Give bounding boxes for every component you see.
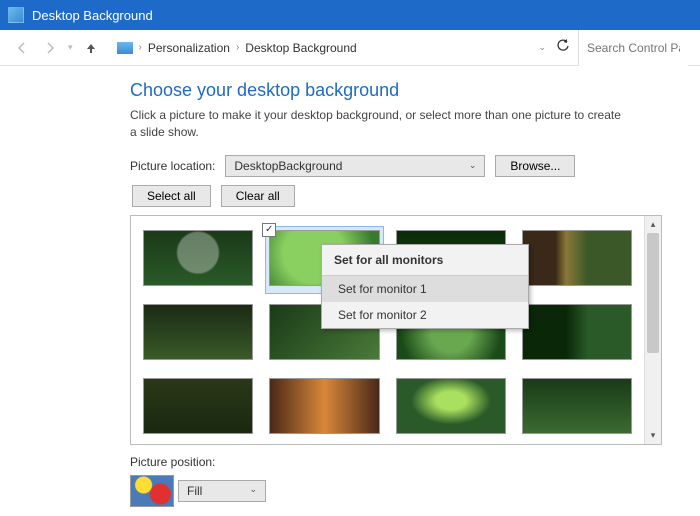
refresh-button[interactable] (556, 39, 570, 56)
chevron-down-icon: ⌄ (249, 484, 257, 498)
chevron-right-icon: › (236, 42, 239, 53)
breadcrumb-item-personalization[interactable]: Personalization (148, 41, 230, 55)
thumbnail-item[interactable] (518, 374, 636, 442)
context-menu-item-monitor2[interactable]: Set for monitor 2 (322, 302, 528, 328)
picture-position-preview (130, 475, 174, 507)
page-heading: Choose your desktop background (130, 80, 682, 101)
scroll-track[interactable] (645, 233, 661, 427)
thumbnail-item[interactable] (139, 374, 257, 442)
content-area: Choose your desktop background Click a p… (0, 66, 700, 507)
page-subtext: Click a picture to make it your desktop … (130, 107, 630, 141)
search-input[interactable] (578, 30, 688, 66)
picture-location-value: DesktopBackground (234, 159, 342, 173)
picture-location-dropdown[interactable]: DesktopBackground ⌄ (225, 155, 485, 177)
breadcrumb: › Personalization › Desktop Background ⌄ (109, 39, 570, 56)
thumbnail-item[interactable] (139, 226, 257, 294)
window-titlebar: Desktop Background (0, 0, 700, 30)
thumbnail-item[interactable] (518, 226, 636, 294)
thumbnail-item[interactable] (265, 374, 383, 442)
chevron-right-icon: › (139, 42, 142, 53)
picture-position-section: Picture position: Fill ⌄ (130, 455, 682, 507)
context-menu-item-monitor1[interactable]: Set for monitor 1 (322, 276, 528, 302)
picture-position-dropdown[interactable]: Fill ⌄ (178, 480, 266, 502)
breadcrumb-dropdown-icon[interactable]: ⌄ (538, 42, 546, 53)
browse-button[interactable]: Browse... (495, 155, 575, 177)
thumbnail-checkbox[interactable]: ✓ (262, 223, 276, 237)
clear-all-button[interactable]: Clear all (221, 185, 295, 207)
app-icon (8, 7, 24, 23)
scroll-down-button[interactable]: ▾ (645, 427, 661, 444)
picture-position-label: Picture position: (130, 455, 682, 469)
scroll-up-button[interactable]: ▴ (645, 216, 661, 233)
context-menu: Set for all monitors Set for monitor 1 S… (321, 244, 529, 329)
thumbnail-area: ✓ ▴ ▾ Set for all monitors Set for monit… (130, 215, 662, 445)
picture-position-value: Fill (187, 484, 202, 498)
thumbnail-item[interactable] (518, 300, 636, 368)
up-button[interactable] (81, 38, 101, 58)
picture-location-label: Picture location: (130, 159, 215, 173)
select-all-button[interactable]: Select all (132, 185, 211, 207)
chevron-down-icon: ⌄ (469, 160, 477, 171)
scrollbar[interactable]: ▴ ▾ (644, 216, 661, 444)
thumbnail-item[interactable] (139, 300, 257, 368)
context-menu-title[interactable]: Set for all monitors (322, 245, 528, 276)
back-button[interactable] (12, 38, 32, 58)
forward-button[interactable] (40, 38, 60, 58)
breadcrumb-item-desktop-background[interactable]: Desktop Background (245, 41, 356, 55)
navigation-bar: ▾ › Personalization › Desktop Background… (0, 30, 700, 66)
control-panel-icon (117, 42, 133, 54)
thumbnail-item[interactable] (392, 374, 510, 442)
scroll-thumb[interactable] (647, 233, 659, 353)
recent-dropdown-icon[interactable]: ▾ (68, 42, 73, 53)
window-title: Desktop Background (32, 8, 153, 23)
